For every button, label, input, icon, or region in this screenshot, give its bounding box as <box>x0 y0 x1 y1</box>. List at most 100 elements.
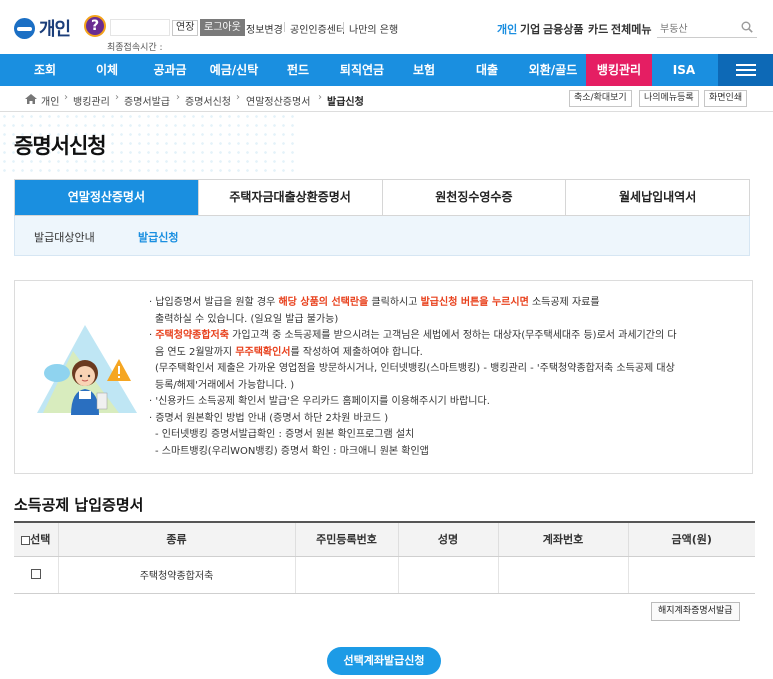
page-title: 증명서신청 <box>14 134 107 158</box>
notice-highlight: 주택청약종합저축 <box>155 330 229 341</box>
notice-item: · 납입증명서 발급을 원할 경우 해당 상품의 선택란을 클릭하시고 발급신청… <box>149 297 600 308</box>
header-select: 선택 <box>14 522 58 557</box>
section-title: 소득공제 납입증명서 <box>14 496 144 514</box>
notice-highlight: 발급신청 버튼을 누르시면 <box>420 297 529 308</box>
row-checkbox[interactable] <box>30 569 41 579</box>
topnav-personal[interactable]: 개인 <box>497 21 517 37</box>
breadcrumb-item[interactable]: 개인 <box>41 93 59 108</box>
chevron-right-icon: › <box>115 92 119 103</box>
breadcrumb-item[interactable]: 연말정산증명서 <box>246 93 310 108</box>
notice-box: · 납입증명서 발급을 원할 경우 해당 상품의 선택란을 클릭하시고 발급신청… <box>14 280 753 474</box>
search-icon[interactable] <box>741 21 753 33</box>
nav-item-pension[interactable]: 퇴직연금 <box>330 54 394 86</box>
cell-name <box>397 556 498 594</box>
nav-item-banking-mgmt[interactable]: 뱅킹관리 <box>586 54 652 86</box>
notice-text-segment: 음 연도 2월말까지 <box>155 346 236 358</box>
help-icon[interactable]: ? <box>84 15 106 37</box>
breadcrumb-item[interactable]: 증명서발급 <box>124 93 170 108</box>
issue-selected-button[interactable]: 선택계좌발급신청 <box>327 647 441 675</box>
chevron-right-icon: › <box>176 92 180 103</box>
brand-logo[interactable]: 개인 <box>14 17 71 40</box>
extend-session-button[interactable]: 연장 <box>172 20 199 36</box>
notice-item: · 주택청약종합저축 가입고객 중 소득공제를 받으시려는 고객님은 세법에서 … <box>149 330 677 341</box>
user-name <box>110 19 170 36</box>
notice-text-segment: 를 작성하여 제출하여야 합니다. <box>290 346 423 358</box>
toplink-info-change[interactable]: 정보변경 <box>246 21 283 36</box>
notice-text-segment: 증명서 원본확인 방법 안내 (증명서 하단 2차원 바코드 ) <box>155 412 389 424</box>
header-amount: 금액(원) <box>627 522 755 557</box>
topnav-all-menu[interactable]: 전체메뉴 <box>611 21 651 37</box>
notice-text-segment: '신용카드 소득공제 확인서 발급'은 우리카드 홈페이지를 이용해주시기 바랍… <box>155 396 490 407</box>
tab-year-end-cert[interactable]: 연말정산증명서 <box>15 180 199 215</box>
nav-item-isa[interactable]: ISA <box>652 54 716 86</box>
breadcrumb-item[interactable]: 뱅킹관리 <box>73 93 110 108</box>
table-row: 주택청약종합저축 <box>14 556 755 594</box>
certificate-table: 선택 종류 주민등록번호 성명 계좌번호 금액(원) 주택청약종합저축 <box>14 521 755 594</box>
nav-item-loan[interactable]: 대출 <box>454 54 520 86</box>
header-account: 계좌번호 <box>497 522 628 557</box>
customer-service-illustration <box>37 325 137 415</box>
notice-highlight: 무주택확인서 <box>235 346 291 358</box>
zoom-button[interactable]: 축소/확대보기 <box>569 90 632 107</box>
notice-text: · 납입증명서 발급을 원할 경우 해당 상품의 선택란을 클릭하시고 발급신청… <box>149 295 741 460</box>
nav-item-insurance[interactable]: 보험 <box>394 54 454 86</box>
sub-tabs: 발급대상안내 발급신청 <box>14 216 750 256</box>
subtab-apply[interactable]: 발급신청 <box>138 229 178 245</box>
select-all-checkbox[interactable] <box>21 535 31 545</box>
toplink-my-bank[interactable]: 나만의 은행 <box>349 21 398 36</box>
row-select <box>14 556 58 594</box>
breadcrumb: 개인 › 뱅킹관리 › 증명서발급 › 증명서신청 › 연말정산증명서 › 발급… <box>0 86 773 112</box>
subtab-guide[interactable]: 발급대상안내 <box>34 229 95 245</box>
brand-label: 개인 <box>39 19 71 40</box>
breadcrumb-current: 발급신청 <box>327 97 364 108</box>
bank-logo-icon <box>14 17 35 39</box>
closed-account-cert-button[interactable]: 해지계좌증명서발급 <box>651 602 740 621</box>
topnav-card[interactable]: 카드 <box>588 21 608 37</box>
nav-item-inquiry[interactable]: 조회 <box>14 54 76 86</box>
notice-item: · 증명서 원본확인 방법 안내 (증명서 하단 2차원 바코드 ) <box>149 412 389 424</box>
home-icon[interactable] <box>25 94 37 104</box>
notice-text-segment: 가입고객 중 소득공제를 받으시려는 고객님은 세법에서 정하는 대상자(무주택… <box>228 330 677 341</box>
notice-line: - 인터넷뱅킹 증명서발급확인 : 증명서 원본 확인프로그램 설치 <box>155 429 415 440</box>
notice-line: - 스마트뱅킹(우리WON뱅킹) 증명서 확인 : 마크애니 원본 확인앱 <box>155 445 429 457</box>
header-label: 선택 <box>30 533 51 547</box>
tab-withholding-receipt[interactable]: 원천징수영수증 <box>383 180 567 215</box>
cell-account <box>497 556 628 594</box>
topnav-products[interactable]: 금융상품 <box>543 21 583 37</box>
search-input[interactable] <box>657 18 735 36</box>
add-my-menu-button[interactable]: 나의메뉴등록 <box>639 90 699 107</box>
hamburger-icon[interactable] <box>718 54 773 86</box>
notice-line: 음 연도 2월말까지 무주택확인서를 작성하여 제출하여야 합니다. <box>149 345 741 362</box>
breadcrumb-item[interactable]: 증명서신청 <box>185 93 231 108</box>
notice-line: 출력하실 수 있습니다. (일요일 발급 불가능) <box>155 313 339 325</box>
tab-rent-payment[interactable]: 월세납입내역서 <box>566 180 749 215</box>
notice-text-segment: 납입증명서 발급을 원할 경우 <box>155 297 279 308</box>
nav-item-forex[interactable]: 외환/골드 <box>520 54 586 86</box>
notice-highlight: 해당 상품의 선택란을 <box>278 297 369 308</box>
topnav-corporate[interactable]: 기업 <box>520 21 540 37</box>
nav-item-deposit[interactable]: 예금/신탁 <box>202 54 266 86</box>
chevron-right-icon: › <box>318 92 322 103</box>
toplink-cert-center[interactable]: 공인인증센터 <box>290 21 345 36</box>
logout-button[interactable]: 로그아웃 <box>200 19 245 36</box>
cell-rrn <box>294 556 398 594</box>
certificate-tabs: 연말정산증명서 주택자금대출상환증명서 원천징수영수증 월세납입내역서 <box>14 179 750 216</box>
notice-item: · '신용카드 소득공제 확인서 발급'은 우리카드 홈페이지를 이용해주시기 … <box>149 396 490 407</box>
divider <box>343 22 344 32</box>
notice-line: (무주택확인서 제출은 가까운 영업점을 방문하시거나, 인터넷뱅킹(스마트뱅킹… <box>155 363 675 374</box>
chevron-right-icon: › <box>236 92 240 103</box>
last-login-label: 최종접속시간 : <box>107 43 163 53</box>
header-name: 성명 <box>397 522 498 557</box>
top-header: 개인 ? 연장 로그아웃 정보변경 공인인증센터 나만의 은행 최종접속시간 :… <box>0 0 773 54</box>
nav-item-utility[interactable]: 공과금 <box>138 54 202 86</box>
notice-line: 등록/해제'거래에서 가능합니다. ) <box>155 379 295 391</box>
notice-text-segment: 소득공제 자료를 <box>528 297 600 308</box>
nav-item-transfer[interactable]: 이체 <box>76 54 138 86</box>
tab-housing-loan-cert[interactable]: 주택자금대출상환증명서 <box>199 180 383 215</box>
header-rrn: 주민등록번호 <box>294 522 398 557</box>
header-type: 종류 <box>57 522 295 557</box>
search-box <box>657 18 757 38</box>
nav-item-fund[interactable]: 펀드 <box>266 54 330 86</box>
print-button[interactable]: 화면인쇄 <box>704 90 748 107</box>
divider <box>284 22 285 32</box>
